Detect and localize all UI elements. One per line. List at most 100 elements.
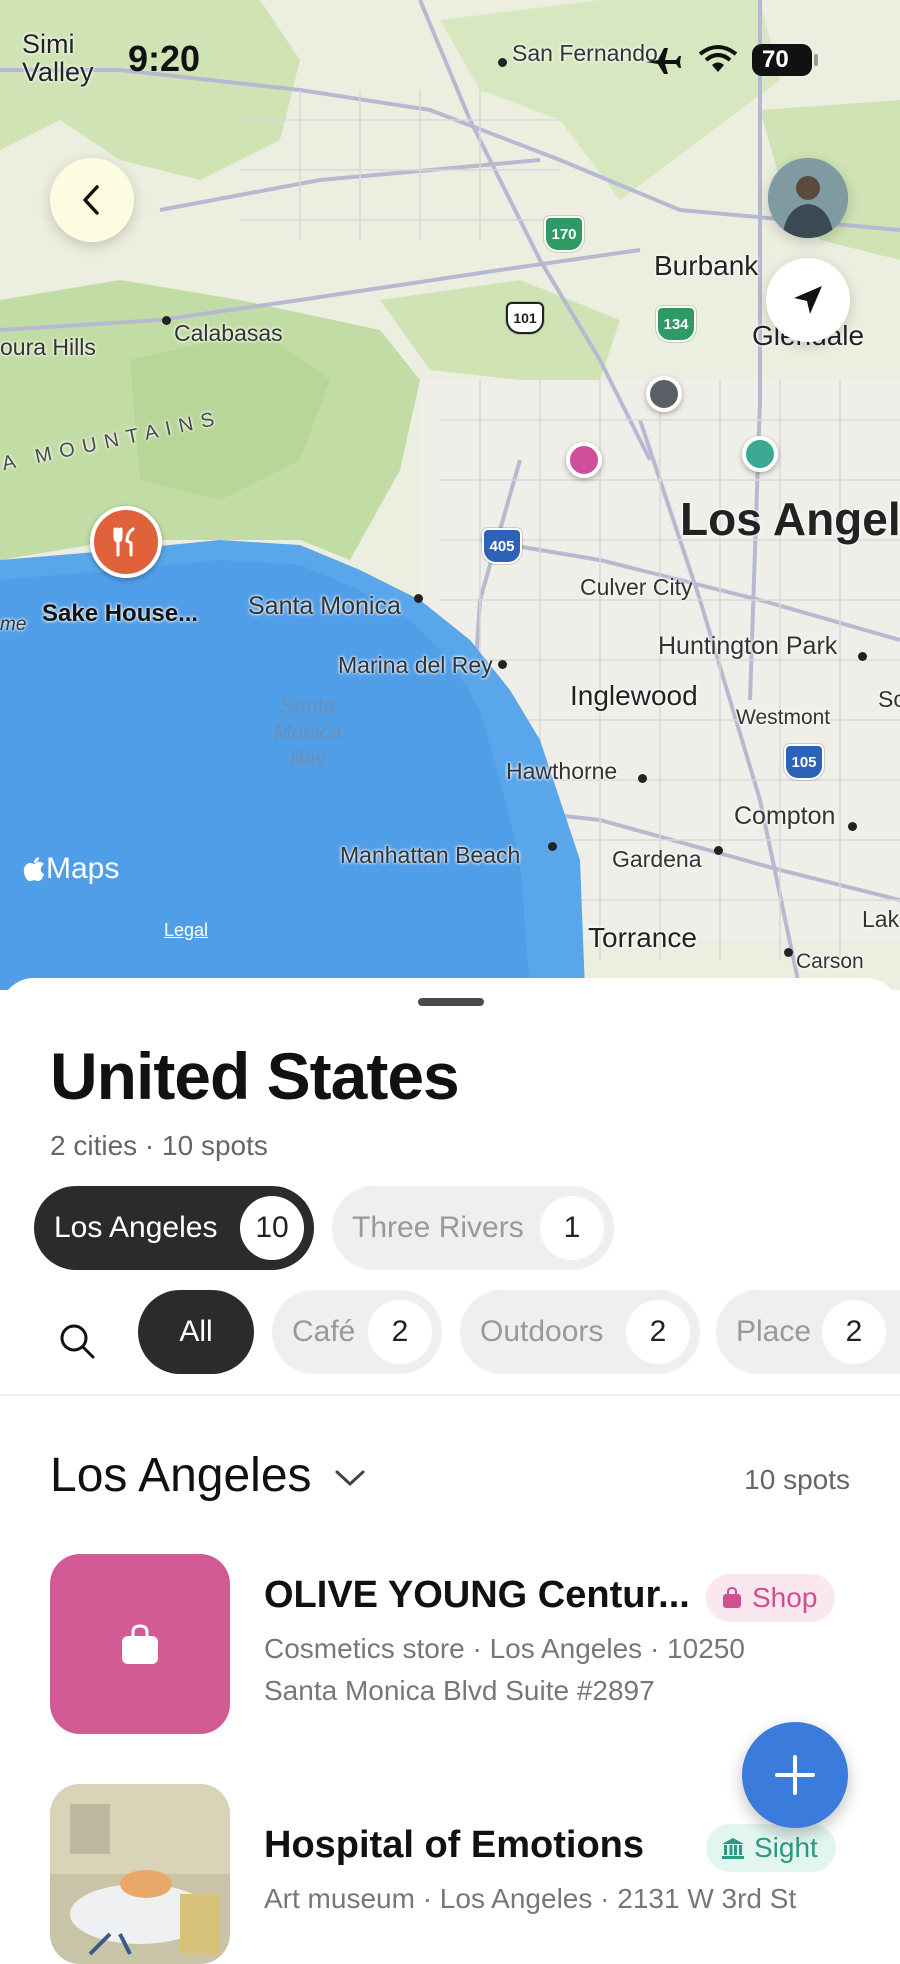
highway-shield-134: 134: [656, 306, 696, 342]
map-label-calabasas: Calabasas: [174, 320, 283, 346]
map-dot: [498, 660, 507, 669]
map-label-santa-monica: Santa Monica: [248, 592, 401, 620]
chevron-down-icon: [335, 1470, 365, 1486]
map-pin-sight[interactable]: [742, 436, 778, 472]
divider: [0, 1394, 900, 1396]
legal-link[interactable]: Legal: [164, 920, 208, 941]
highway-shield-405: 405: [482, 528, 522, 564]
filter-chip-cafe[interactable]: Café 2: [272, 1290, 442, 1374]
location-arrow-icon: [794, 286, 822, 314]
sheet-grabber[interactable]: [418, 998, 484, 1006]
map-label-torrance: Torrance: [588, 922, 697, 953]
shopping-bag-icon: [122, 1624, 158, 1664]
plus-icon: [775, 1755, 815, 1795]
search-icon: [60, 1324, 95, 1359]
search-button[interactable]: [52, 1316, 102, 1366]
back-button[interactable]: [50, 158, 134, 242]
filter-chip-count: 2: [368, 1300, 432, 1364]
maps-watermark: Maps: [22, 852, 119, 886]
section-city-selector[interactable]: Los Angeles: [50, 1448, 367, 1503]
filter-chip-label: Outdoors: [480, 1315, 604, 1348]
map-pin-gray[interactable]: [646, 376, 682, 412]
section-title: Los Angeles: [50, 1449, 312, 1502]
map-dot: [714, 846, 723, 855]
highway-shield-170: 170: [544, 216, 584, 252]
map-pin-label-sake-house[interactable]: Sake House...: [42, 600, 198, 628]
city-chip-count: 10: [240, 1196, 304, 1260]
apple-logo-icon: [23, 857, 44, 881]
map-label-lak: Lak: [862, 906, 900, 932]
highway-shield-101: 101: [506, 302, 544, 334]
filter-chip-label: All: [179, 1315, 213, 1348]
spot-description-line: Santa Monica Blvd Suite #2897: [264, 1675, 655, 1706]
category-tag-label: Sight: [754, 1832, 818, 1863]
map-dot: [848, 822, 857, 831]
map-label-westmont: Westmont: [736, 706, 831, 729]
map-label-marina: Marina del Rey: [338, 652, 493, 678]
map-label-los-angeles: Los Angel: [680, 493, 900, 545]
shopping-bag-icon: [723, 1586, 741, 1608]
map-label-carson: Carson: [796, 950, 864, 973]
wifi-icon: [698, 45, 738, 72]
add-spot-button[interactable]: [742, 1722, 848, 1828]
city-chip-label: Three Rivers: [352, 1211, 524, 1244]
museum-icon: [722, 1838, 744, 1859]
filter-chip-place[interactable]: Place 2: [716, 1290, 900, 1374]
spot-name: OLIVE YOUNG Centur...: [264, 1574, 690, 1616]
locate-me-button[interactable]: [766, 258, 850, 342]
map-dot: [858, 652, 867, 661]
battery-indicator: 70: [752, 44, 812, 76]
map-dot: [548, 842, 557, 851]
category-tag-shop: Shop: [706, 1574, 836, 1622]
avatar: [768, 158, 848, 238]
airplane-icon: [646, 48, 681, 74]
map-label-gardena: Gardena: [612, 846, 702, 872]
city-chip-los-angeles[interactable]: Los Angeles 10: [34, 1186, 314, 1270]
profile-avatar[interactable]: [768, 158, 848, 238]
status-time: 9:20: [128, 38, 201, 79]
spot-name: Hospital of Emotions: [264, 1824, 644, 1866]
filter-chip-count: 2: [822, 1300, 886, 1364]
chevron-left-icon: [83, 185, 99, 215]
spot-thumbnail: [50, 1784, 230, 1964]
page-subtitle: 2 cities · 10 spots: [50, 1130, 268, 1161]
status-bar: 9:20 70: [0, 0, 900, 110]
category-tag-label: Shop: [752, 1582, 818, 1613]
section-spot-count: 10 spots: [744, 1464, 850, 1495]
map-label-inglewood: Inglewood: [570, 680, 698, 711]
category-tag-sight: Sight: [706, 1824, 836, 1872]
battery-cap: [814, 54, 818, 66]
spot-thumbnail: [50, 1554, 230, 1734]
map-pin-restaurant[interactable]: [90, 506, 162, 578]
map-label-agoura: oura Hills: [0, 334, 96, 360]
map-view[interactable]: SimiValley San Fernando Burbank Glendale…: [0, 0, 900, 990]
map-dot: [162, 316, 171, 325]
highway-shield-105: 105: [784, 744, 824, 780]
list-item[interactable]: OLIVE YOUNG Centur... Cosmetics store · …: [50, 1554, 870, 1734]
map-label-compton: Compton: [734, 802, 836, 830]
map-label-bay: Santa Monica Bay: [274, 695, 342, 770]
filter-chip-all[interactable]: All: [138, 1290, 254, 1374]
page-title: United States: [50, 1039, 460, 1113]
filter-chip-label: Place: [736, 1315, 812, 1348]
city-chip-label: Los Angeles: [54, 1211, 218, 1244]
map-dot: [638, 774, 647, 783]
spot-description: Cosmetics store · Los Angeles · 10250 Sa…: [264, 1628, 844, 1712]
city-chip-three-rivers[interactable]: Three Rivers 1: [332, 1186, 614, 1270]
map-dot: [784, 948, 793, 957]
map-label-burbank: Burbank: [654, 250, 759, 281]
map-label-culver-city: Culver City: [580, 574, 693, 600]
map-label-huntington-park: Huntington Park: [658, 632, 838, 660]
filter-chip-label: Café: [292, 1315, 356, 1348]
map-pin-shop[interactable]: [566, 442, 602, 478]
map-label-hawthorne: Hawthorne: [506, 758, 618, 784]
fork-knife-icon: [113, 527, 135, 557]
map-label-so: So: [878, 686, 900, 712]
map-dot: [414, 594, 423, 603]
spot-description: Art museum · Los Angeles · 2131 W 3rd St: [264, 1878, 884, 1920]
spot-description-line: Cosmetics store · Los Angeles · 10250: [264, 1633, 745, 1664]
map-label-me: me: [0, 614, 27, 635]
filter-chip-outdoors[interactable]: Outdoors 2: [460, 1290, 700, 1374]
spot-photo: [50, 1784, 230, 1964]
list-item[interactable]: Hospital of Emotions Art museum · Los An…: [50, 1784, 870, 1964]
